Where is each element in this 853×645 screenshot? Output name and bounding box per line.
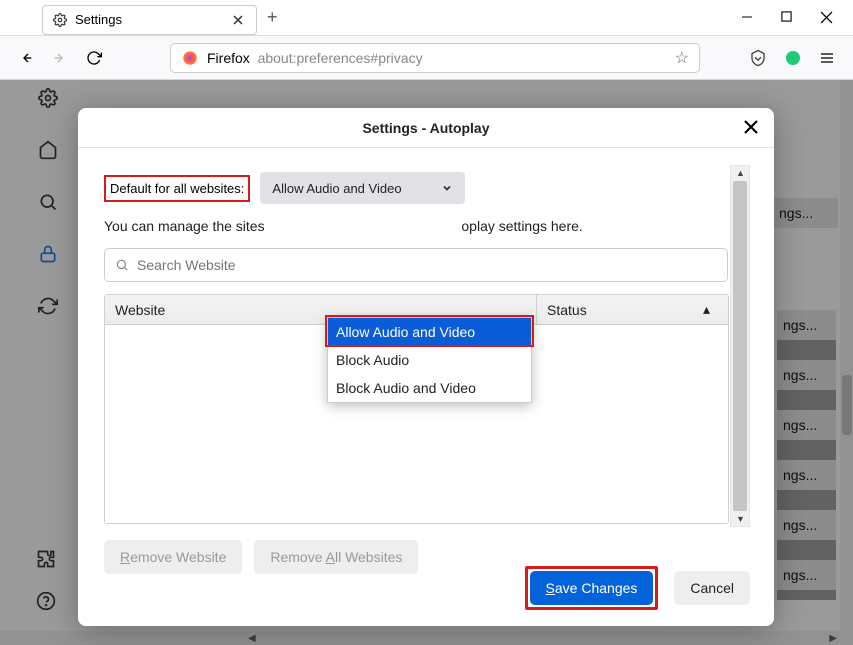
th-status[interactable]: Status ▴ [537,295,728,324]
autoplay-dropdown-menu: Allow Audio and Video Block Audio Block … [327,317,532,403]
new-tab-button[interactable]: + [267,7,278,28]
default-row: Default for all websites: Allow Audio an… [104,172,748,204]
back-button[interactable] [18,50,38,66]
pocket-icon[interactable] [749,49,767,67]
cancel-button[interactable]: Cancel [674,571,750,605]
dialog-scrollbar[interactable]: ▲ ▼ [730,165,750,527]
scroll-down-icon[interactable]: ▼ [736,514,745,524]
browser-tab[interactable]: Settings [42,5,257,35]
close-icon[interactable] [742,118,762,138]
default-select-value: Allow Audio and Video [272,181,401,196]
dialog-header: Settings - Autoplay [78,108,774,148]
dropdown-item-allow-av[interactable]: Allow Audio and Video [328,318,531,346]
forward-button[interactable] [52,50,72,66]
remove-all-websites-button[interactable]: Remove All Websites [254,540,418,574]
tab-inner: Settings [53,12,122,27]
search-icon [115,258,129,272]
save-changes-button[interactable]: Save Changes [530,571,654,605]
maximize-icon[interactable] [781,11,792,24]
default-label: Default for all websites: [110,181,244,196]
window-close-icon[interactable] [820,11,833,24]
default-autoplay-select[interactable]: Allow Audio and Video [260,172,465,204]
dropdown-anchor: Allow Audio and Video Block Audio Block … [327,317,532,403]
minimize-icon[interactable] [741,11,753,24]
hint-left: You can manage the sites [104,218,265,234]
remove-website-button[interactable]: Remove Website [104,540,242,574]
callout-default-label: Default for all websites: [104,175,250,202]
extension-icon[interactable] [785,50,801,66]
chevron-down-icon [441,182,453,194]
hint-right: oplay settings here. [461,218,582,234]
search-row [104,248,748,282]
address-bar[interactable]: Firefox about:preferences#privacy ☆ [170,43,700,73]
tab-title: Settings [75,12,122,27]
dialog-scrollbar-thumb[interactable] [733,181,747,511]
tab-close-icon[interactable] [232,14,246,26]
window-controls [741,11,853,24]
toolbar-right [749,49,835,67]
window-title-bar: Settings + [0,0,853,36]
dialog-hint: You can manage the sites xxxxxxxxxxxxxxx… [104,218,748,234]
gear-icon [53,13,67,27]
firefox-icon [181,49,199,67]
bookmark-star-icon[interactable]: ☆ [675,48,689,68]
browser-toolbar: Firefox about:preferences#privacy ☆ [0,36,853,80]
scroll-up-icon[interactable]: ▲ [736,168,745,178]
peek-dim [777,310,836,600]
dialog-title: Settings - Autoplay [362,120,489,136]
dropdown-item-block-audio[interactable]: Block Audio [328,346,531,374]
search-website-input[interactable] [137,257,717,273]
search-website-box[interactable] [104,248,728,282]
app-menu-icon[interactable] [819,51,835,65]
dropdown-item-block-av[interactable]: Block Audio and Video [328,374,531,402]
reload-button[interactable] [86,50,106,66]
sort-arrow-up-icon: ▴ [703,301,710,318]
callout-save: Save Changes [525,566,659,610]
dialog-footer: Save Changes Cancel [525,566,750,610]
address-text: Firefox about:preferences#privacy [207,50,667,66]
